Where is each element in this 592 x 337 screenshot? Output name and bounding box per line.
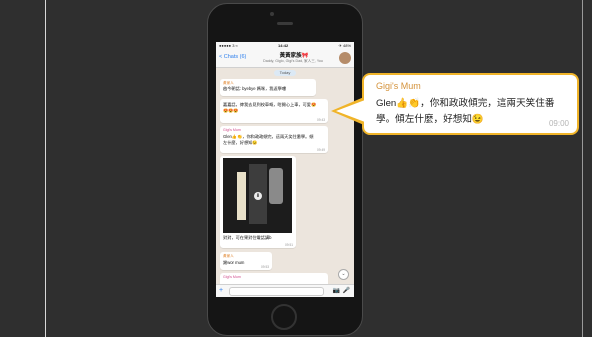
message-bubble[interactable]: 黃家人 啟今朝話: byebye 媽咪，我返學嘍	[220, 79, 316, 96]
message-time: 09:51	[285, 243, 293, 247]
front-camera	[270, 12, 274, 16]
phone-device: ●●●●● 3 ≈ 14:42 ✈ 48% < Chats (6) 黃黃家族🎀 …	[207, 3, 363, 336]
message-time: 09:43	[317, 118, 325, 122]
phone-speaker	[277, 22, 293, 25]
video-thumbnail[interactable]: ⬇	[223, 158, 292, 233]
message-text: 啟今朝話: byebye 媽咪，我返學嘍	[223, 86, 287, 91]
download-icon[interactable]: ⬇	[254, 192, 262, 200]
frame-divider-right	[582, 0, 583, 337]
carrier-signal: ●●●●● 3 ≈	[219, 43, 238, 48]
message-sender: Gigi's Mum	[223, 128, 241, 132]
message-sender: 黃家人	[223, 254, 234, 258]
video-frame-detail	[269, 168, 283, 204]
message-time: 09:53	[261, 265, 269, 269]
date-divider: Today	[274, 70, 296, 76]
message-sender: Gigi's Mum	[223, 275, 241, 279]
message-text: 對對，可在果對住電話講b	[223, 235, 272, 240]
camera-icon[interactable]: 📷	[333, 288, 340, 294]
message-bubble[interactable]: 黃家人 謝wor mum 09:53	[220, 252, 272, 270]
message-time: 09:49	[317, 148, 325, 152]
attach-plus-icon[interactable]: +	[219, 287, 223, 294]
message-text: 嘉嘉話，俾我去見到校車嘅，咁開心上車，可愛😍😍😍😍	[223, 102, 317, 113]
video-frame-detail	[237, 172, 246, 220]
callout-pointer-fill	[336, 100, 365, 122]
group-participants[interactable]: Daddy, Giglo, Gigi's Dad, 家人三, You	[246, 59, 340, 64]
frame-divider-left	[45, 0, 46, 337]
message-input-bar: + 📷 🎤	[216, 284, 354, 297]
home-button[interactable]	[271, 304, 297, 330]
scroll-down-icon[interactable]: ⌄	[338, 269, 349, 280]
message-bubble[interactable]: 嘉嘉話，俾我去見到校車嘅，咁開心上車，可愛😍😍😍😍 09:43	[220, 99, 328, 123]
group-name[interactable]: 黃黃家族🎀	[252, 51, 336, 59]
chat-header: < Chats (6) 黃黃家族🎀 Daddy, Giglo, Gigi's D…	[216, 49, 354, 68]
zoomed-message-callout: Gigi's Mum Glen👍👏，你和政政傾完，這兩天笑住番學。傾左什麼，好想…	[362, 73, 579, 135]
status-bar: ●●●●● 3 ≈ 14:42 ✈ 48%	[216, 42, 354, 49]
battery-indicator: ✈ 48%	[338, 43, 351, 48]
group-avatar[interactable]	[339, 52, 351, 64]
status-time: 14:42	[278, 43, 289, 48]
message-text: 謝wor mum	[223, 260, 245, 265]
callout-time: 09:00	[548, 119, 569, 128]
chat-screen: ●●●●● 3 ≈ 14:42 ✈ 48% < Chats (6) 黃黃家族🎀 …	[216, 42, 354, 297]
video-message[interactable]: ⬇ 對對，可在果對住電話講b 09:51	[220, 156, 296, 248]
message-text: Glen👍👏，你和政政傾完，這兩天笑住番學。傾左什麼，好想知😉	[223, 134, 314, 145]
message-bubble[interactable]: Gigi's Mum Glen👍👏，你和政政傾完，這兩天笑住番學。傾左什麼，好想…	[220, 126, 328, 153]
microphone-icon[interactable]: 🎤	[343, 288, 350, 294]
message-input[interactable]	[229, 287, 324, 296]
callout-message-text: Glen👍👏，你和政政傾完，這兩天笑住番學。傾左什麼，好想知😉	[376, 98, 555, 125]
back-to-chats-button[interactable]: < Chats (6)	[219, 54, 246, 60]
callout-sender: Gigi's Mum	[376, 81, 421, 91]
